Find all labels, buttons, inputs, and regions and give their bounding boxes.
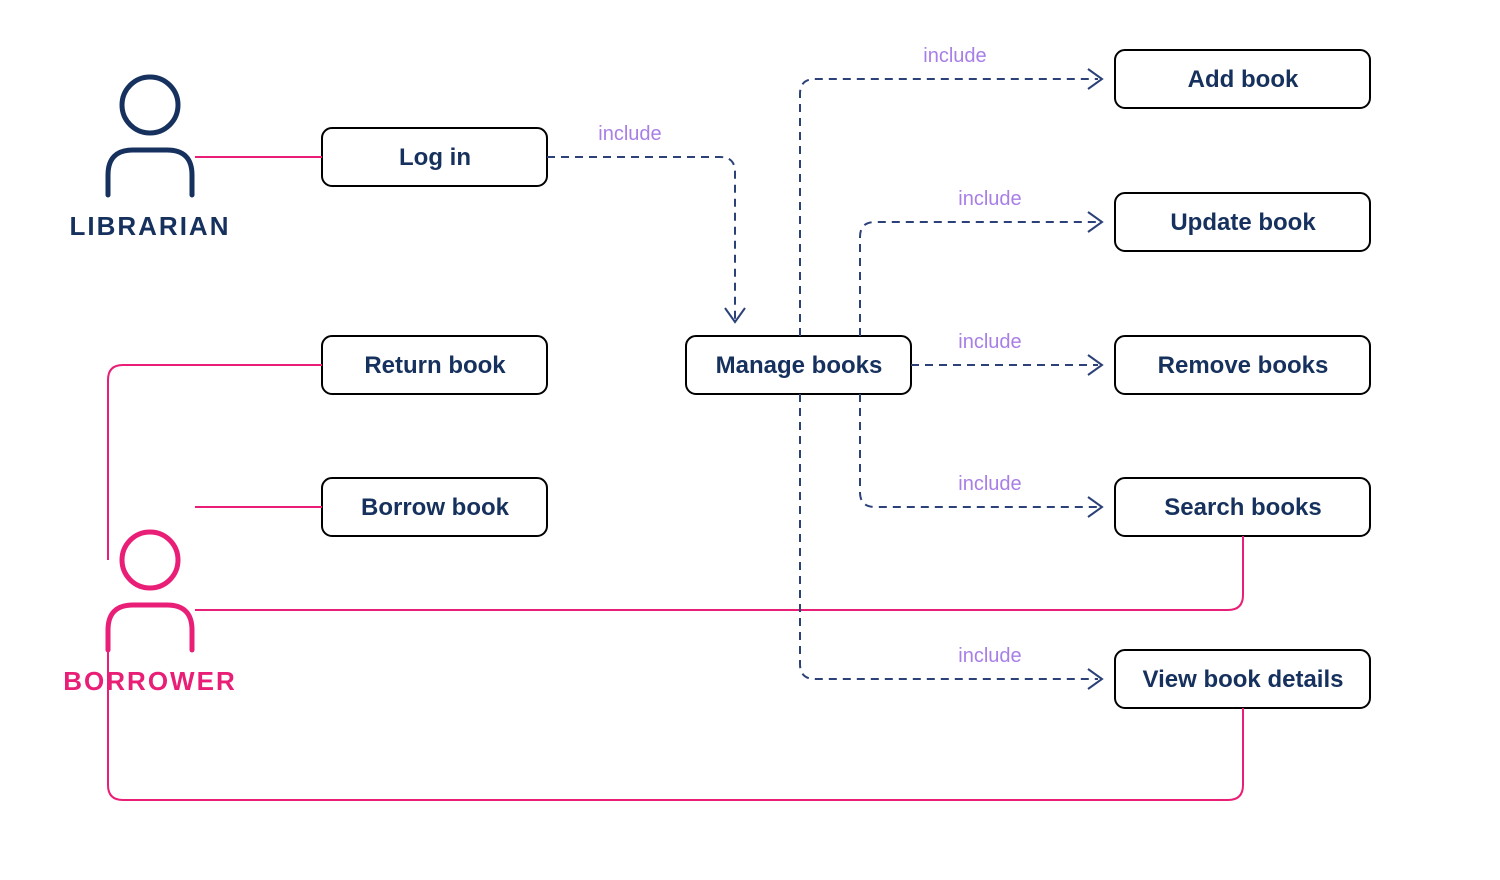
node-remove-books: Remove books [1115, 336, 1370, 394]
edge-login-manage: include [547, 123, 745, 322]
svg-text:include: include [598, 123, 661, 145]
svg-text:Update book: Update book [1170, 209, 1316, 236]
svg-text:Return book: Return book [364, 352, 506, 379]
edge-borrower-return [108, 365, 322, 560]
svg-text:include: include [958, 331, 1021, 353]
svg-text:include: include [958, 645, 1021, 667]
node-update-book: Update book [1115, 193, 1370, 251]
svg-text:Search books: Search books [1164, 494, 1321, 521]
svg-text:View book details: View book details [1143, 666, 1344, 693]
svg-text:include: include [958, 473, 1021, 495]
actor-borrower-label: BORROWER [63, 666, 236, 696]
svg-text:Borrow book: Borrow book [361, 494, 510, 521]
node-login: Log in [322, 128, 547, 186]
edge-borrower-view [108, 650, 1243, 800]
actor-borrower: BORROWER [63, 532, 236, 696]
edge-borrower-search [195, 536, 1243, 610]
node-add-book: Add book [1115, 50, 1370, 108]
edge-manage-search: include [860, 394, 1102, 517]
node-manage-books: Manage books [686, 336, 911, 394]
actor-librarian: LIBRARIAN [70, 77, 231, 241]
svg-text:Add book: Add book [1188, 66, 1299, 93]
edge-manage-update: include [860, 188, 1102, 336]
use-case-diagram: LIBRARIAN BORROWER Log in Return book Bo… [0, 0, 1500, 880]
node-return-book: Return book [322, 336, 547, 394]
edge-manage-remove: include [911, 331, 1102, 375]
svg-text:Remove books: Remove books [1158, 352, 1329, 379]
svg-text:include: include [958, 188, 1021, 210]
edge-manage-view: include [800, 394, 1102, 689]
node-view-book-details: View book details [1115, 650, 1370, 708]
actor-librarian-label: LIBRARIAN [70, 211, 231, 241]
node-search-books: Search books [1115, 478, 1370, 536]
edge-manage-add: include [800, 45, 1102, 336]
node-borrow-book: Borrow book [322, 478, 547, 536]
svg-text:Log in: Log in [399, 144, 471, 171]
svg-text:include: include [923, 45, 986, 67]
svg-text:Manage books: Manage books [716, 352, 883, 379]
